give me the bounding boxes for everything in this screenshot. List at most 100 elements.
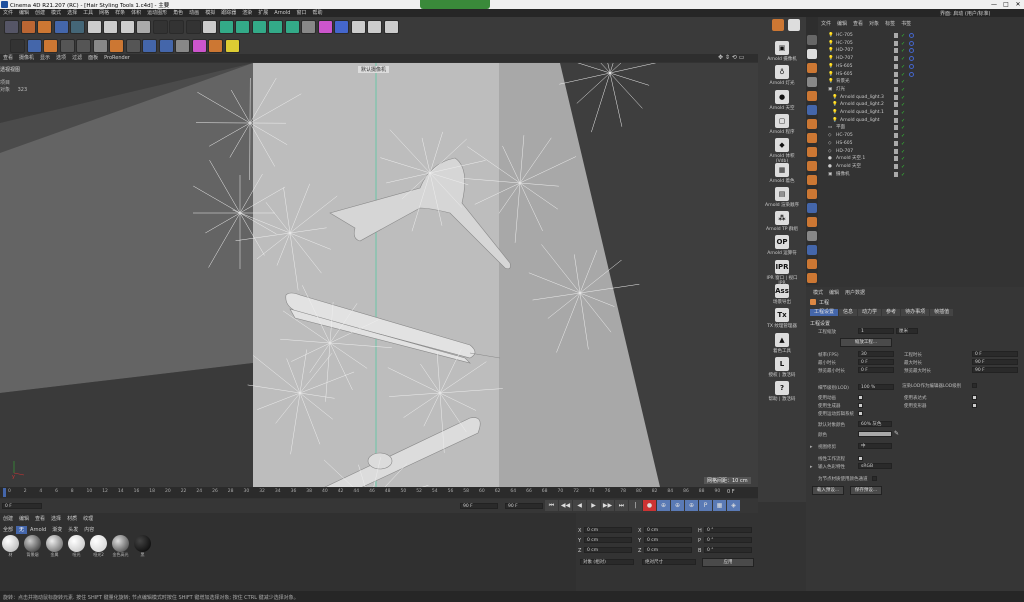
toolbar-button-16[interactable] bbox=[268, 20, 283, 34]
toolbar-button-7[interactable] bbox=[119, 20, 135, 34]
transport-button-7[interactable]: ● bbox=[643, 500, 656, 511]
attr-field-input[interactable]: 30 bbox=[858, 351, 894, 357]
menu-item-6[interactable]: 网格 bbox=[96, 9, 112, 17]
object-menu-3[interactable]: 对象 bbox=[866, 20, 882, 28]
render-settings-icon[interactable] bbox=[788, 19, 800, 31]
coord-field[interactable]: 0 cm bbox=[644, 547, 692, 553]
visibility-toggle-icon[interactable] bbox=[894, 140, 898, 146]
sidebar-tool-icon[interactable] bbox=[807, 273, 817, 283]
view-clip-chevron-icon[interactable]: ▸ bbox=[810, 444, 813, 450]
arnold-tool-6[interactable]: ▤ Arnold 渲染顺序 bbox=[765, 186, 799, 208]
transport-button-11[interactable]: P bbox=[699, 500, 712, 511]
tag-icon[interactable] bbox=[909, 48, 914, 54]
attr-tab-3[interactable]: 参考 bbox=[882, 309, 901, 316]
coord-field[interactable]: 0 ° bbox=[704, 527, 752, 533]
transport-button-6[interactable]: | bbox=[629, 500, 642, 511]
tag-icon[interactable] bbox=[909, 33, 914, 38]
arnold-tool-11[interactable]: Tx TX 纹理管理器 bbox=[765, 308, 799, 329]
transport-button-2[interactable]: ◀ bbox=[573, 500, 586, 511]
toolbar2-button-12[interactable] bbox=[208, 39, 223, 53]
arnold-tool-8[interactable]: OP Arnold 运算符 bbox=[765, 235, 799, 256]
transport-button-10[interactable]: ⊕ bbox=[685, 500, 698, 511]
visibility-toggle-icon[interactable] bbox=[894, 71, 898, 77]
coord-field[interactable]: 0 cm bbox=[584, 527, 632, 533]
sidebar-tool-icon[interactable] bbox=[807, 175, 817, 185]
input-color-select[interactable]: sRGB bbox=[858, 463, 892, 469]
menu-item-5[interactable]: 工具 bbox=[80, 9, 96, 17]
attr-checkbox[interactable] bbox=[858, 403, 863, 408]
visibility-toggle-icon[interactable] bbox=[894, 86, 898, 92]
render-lod-checkbox[interactable] bbox=[972, 383, 977, 388]
coord-field[interactable]: 0 ° bbox=[704, 547, 752, 553]
object-row[interactable]: ▣ 摄像机 ✓ bbox=[828, 171, 1024, 179]
sidebar-tool-icon[interactable] bbox=[807, 245, 817, 255]
toolbar-button-3[interactable] bbox=[53, 20, 69, 34]
visibility-toggle-icon[interactable] bbox=[894, 156, 898, 162]
toolbar2-button-11[interactable] bbox=[191, 39, 207, 53]
menu-item-10[interactable]: 角色 bbox=[170, 9, 186, 17]
visibility-toggle-icon[interactable] bbox=[894, 148, 898, 154]
attr-checkbox[interactable] bbox=[972, 395, 977, 400]
menu-item-15[interactable]: 扩展 bbox=[255, 9, 271, 17]
toolbar-button-11[interactable] bbox=[185, 20, 201, 34]
object-menu-4[interactable]: 标签 bbox=[882, 20, 898, 28]
visibility-toggle-icon[interactable] bbox=[894, 133, 898, 139]
attr-checkbox[interactable] bbox=[972, 403, 977, 408]
toolbar2-button-13[interactable] bbox=[224, 39, 240, 53]
material-item[interactable]: 背景烟 bbox=[22, 535, 43, 558]
attr-field-input[interactable]: 0 F bbox=[972, 351, 1018, 357]
arnold-tool-5[interactable]: ▦ Arnold 着色 bbox=[765, 162, 799, 184]
sidebar-tool-icon[interactable] bbox=[807, 161, 817, 171]
toolbar2-button-6[interactable] bbox=[109, 39, 124, 53]
material-filter-0[interactable]: 全部 bbox=[0, 526, 16, 534]
material-filter-1[interactable]: 无 bbox=[16, 526, 28, 534]
sidebar-tool-icon[interactable] bbox=[807, 203, 817, 213]
material-menu-4[interactable]: 材质 bbox=[64, 515, 80, 523]
transport-button-1[interactable]: ◀◀ bbox=[559, 500, 572, 511]
viewport-menu-0[interactable]: 查看 bbox=[0, 54, 16, 62]
viewport-menu-3[interactable]: 选项 bbox=[53, 54, 69, 62]
toolbar-button-1[interactable] bbox=[20, 20, 36, 34]
material-menu-0[interactable]: 创建 bbox=[0, 515, 16, 523]
sidebar-tool-icon[interactable] bbox=[807, 35, 817, 45]
material-menu-2[interactable]: 查看 bbox=[32, 515, 48, 523]
sidebar-tool-icon[interactable] bbox=[807, 91, 817, 101]
material-item[interactable]: 哑光 bbox=[66, 535, 87, 558]
toolbar2-button-9[interactable] bbox=[158, 39, 174, 53]
attr-menu-2[interactable]: 用户数据 bbox=[842, 289, 868, 297]
attr-tab-1[interactable]: 信息 bbox=[839, 309, 858, 316]
input-color-chevron-icon[interactable]: ▸ bbox=[810, 464, 813, 470]
object-menu-0[interactable]: 文件 bbox=[818, 20, 834, 28]
object-menu-1[interactable]: 编辑 bbox=[834, 20, 850, 28]
toolbar-button-15[interactable] bbox=[251, 20, 267, 34]
attr-checkbox[interactable] bbox=[858, 395, 863, 400]
viewport-menu-6[interactable]: ProRender bbox=[101, 54, 133, 62]
toolbar-button-9[interactable] bbox=[152, 20, 168, 34]
material-filter-5[interactable]: 内容 bbox=[81, 526, 97, 534]
sidebar-tool-icon[interactable] bbox=[807, 259, 817, 269]
attr-field-input[interactable]: 0 F bbox=[858, 367, 894, 373]
menu-item-17[interactable]: 窗口 bbox=[293, 9, 309, 17]
scale-project-button[interactable]: 缩放工程... bbox=[840, 338, 892, 347]
menu-item-0[interactable]: 文件 bbox=[0, 9, 16, 17]
arnold-tool-14[interactable]: ? 帮助 | 激活码 bbox=[765, 381, 799, 402]
menu-item-13[interactable]: 跟踪器 bbox=[218, 9, 239, 17]
eyedropper-icon[interactable]: ✎ bbox=[894, 430, 899, 437]
tag-icon[interactable] bbox=[909, 71, 914, 77]
transport-button-8[interactable]: ⊕ bbox=[657, 500, 670, 511]
arnold-tool-12[interactable]: ▲ 着色工具 bbox=[765, 332, 799, 354]
menu-item-9[interactable]: 运动图形 bbox=[144, 9, 170, 17]
toolbar-button-2[interactable] bbox=[37, 20, 52, 34]
preview-end-field[interactable]: 90 F bbox=[505, 503, 543, 509]
layout-selector[interactable]: 界面: 启动 (用户/标准) bbox=[940, 10, 990, 17]
toolbar2-button-1[interactable] bbox=[26, 39, 42, 53]
toolbar-button-13[interactable] bbox=[218, 20, 234, 34]
sidebar-tool-icon[interactable] bbox=[807, 105, 817, 115]
visibility-toggle-icon[interactable] bbox=[894, 79, 898, 85]
sidebar-tool-icon[interactable] bbox=[807, 63, 817, 73]
menu-item-1[interactable]: 编辑 bbox=[16, 9, 32, 17]
arnold-tool-7[interactable]: ⁂ Arnold TP 群组 bbox=[765, 211, 799, 232]
menu-item-8[interactable]: 体积 bbox=[128, 9, 144, 17]
attr-field-input[interactable]: 100 % bbox=[858, 384, 894, 390]
attr-tab-2[interactable]: 动力学 bbox=[858, 309, 882, 316]
